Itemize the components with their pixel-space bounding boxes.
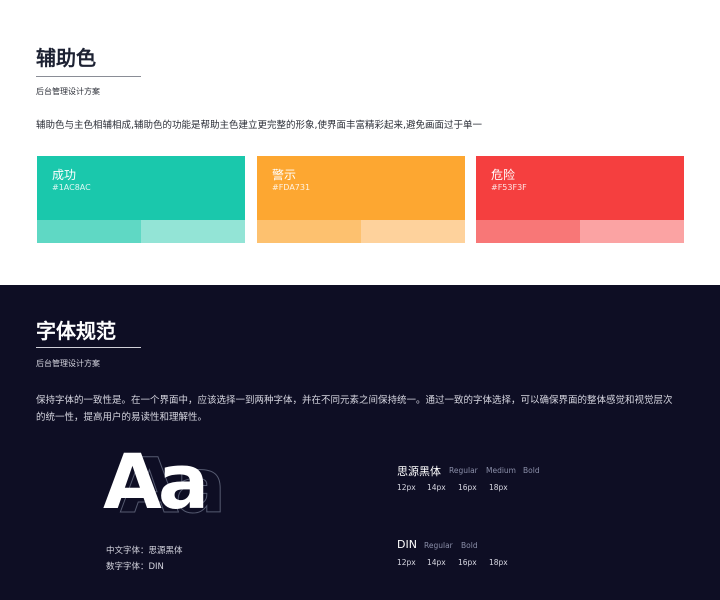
color-swatch-tint-1 (257, 220, 361, 243)
palette-subtitle: 后台管理设计方案 (36, 87, 100, 96)
typography-subtitle: 后台管理设计方案 (36, 359, 100, 368)
typography-description-line: 保持字体的一致性是。在一个界面中，应该选择一到两种字体，并在不同元素之间保持统一… (36, 395, 673, 406)
typography-section: 字体规范 后台管理设计方案 保持字体的一致性是。在一个界面中，应该选择一到两种字… (0, 285, 720, 600)
font-spec-name: 思源黑体 (397, 465, 441, 478)
font-sample-glyphs: Aa (103, 437, 209, 526)
typography-title: 字体规范 (36, 319, 116, 343)
color-card-warning: 警示 #FDA731 (257, 156, 465, 243)
font-weight-label: Regular (449, 466, 478, 475)
font-sample: Aa Aa (100, 437, 230, 531)
font-size-label: 16px (458, 558, 477, 567)
font-weight-label: Medium (486, 466, 516, 475)
number-font-note: 数字字体：DIN (106, 562, 164, 572)
font-size-label: 12px (397, 558, 416, 567)
palette-description: 辅助色与主色相辅相成,辅助色的功能是帮助主色建立更完整的形象,使界面丰富精彩起来… (36, 120, 483, 131)
color-swatch-tint-2 (361, 220, 465, 243)
palette-title-underline (36, 76, 141, 77)
font-size-label: 14px (427, 558, 446, 567)
typography-description: 保持字体的一致性是。在一个界面中，应该选择一到两种字体，并在不同元素之间保持统一… (36, 392, 686, 426)
color-swatch-tint-1 (476, 220, 580, 243)
color-card-danger: 危险 #F53F3F (476, 156, 684, 243)
palette-section: 辅助色 后台管理设计方案 辅助色与主色相辅相成,辅助色的功能是帮助主色建立更完整… (0, 0, 720, 285)
font-size-label: 18px (489, 483, 508, 492)
color-name: 成功 (52, 168, 77, 182)
font-weight-label: Bold (461, 541, 478, 550)
color-name: 警示 (272, 168, 297, 182)
palette-title: 辅助色 (36, 46, 96, 70)
typography-title-underline (36, 347, 141, 348)
color-card-success: 成功 #1AC8AC (37, 156, 245, 243)
chinese-font-note: 中文字体：思源黑体 (106, 546, 183, 556)
font-size-label: 16px (458, 483, 477, 492)
font-size-label: 12px (397, 483, 416, 492)
color-hex: #F53F3F (491, 183, 527, 192)
color-swatch-tint-2 (580, 220, 684, 243)
font-weight-label: Bold (523, 466, 540, 475)
color-swatch-tint-2 (141, 220, 245, 243)
font-weight-label: Regular (424, 541, 453, 550)
font-size-label: 14px (427, 483, 446, 492)
font-spec-name: DIN (397, 538, 417, 551)
color-hex: #1AC8AC (52, 183, 91, 192)
font-size-label: 18px (489, 558, 508, 567)
typography-description-line: 的统一性，提高用户的易读性和理解性。 (36, 412, 208, 423)
color-name: 危险 (491, 168, 516, 182)
color-hex: #FDA731 (272, 183, 311, 192)
color-swatch-tint-1 (37, 220, 141, 243)
